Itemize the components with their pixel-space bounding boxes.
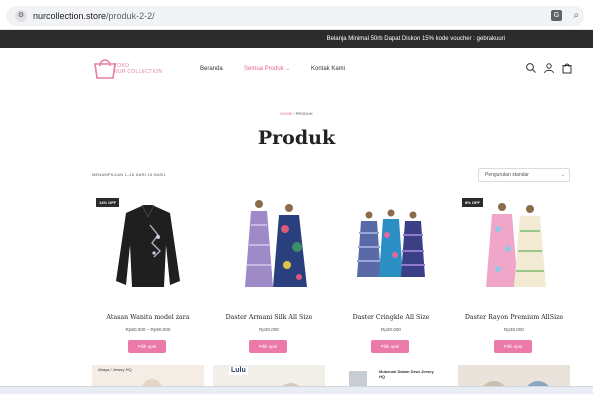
product-name[interactable]: Atasan Wanita model zara — [92, 313, 204, 322]
product-card[interactable]: Daster Cringkle All Size Rp30.000 Pilih … — [335, 195, 447, 357]
logo-text[interactable]: TOKO NUR COLLECTION — [114, 63, 162, 75]
product-card[interactable]: 8% OFF Daster Rayon Premium AllSize Rp30… — [458, 195, 570, 357]
choose-option-button[interactable]: Pilih opsi — [249, 340, 287, 353]
sale-badge: 14% OFF — [96, 198, 120, 207]
url-text[interactable]: nurcollection.store/produk-2-2/ — [33, 10, 155, 22]
product-price: Rp80.000 – Rp90.000 — [125, 327, 171, 332]
product-image[interactable]: 8% OFF — [458, 195, 570, 295]
cringkle-daster-image — [335, 195, 447, 295]
address-bar[interactable]: ⚙ nurcollection.store/produk-2-2/ G ⌕ — [6, 6, 584, 26]
black-blouse-image — [92, 195, 204, 295]
product-price: Rp30.000 — [259, 327, 279, 332]
product-image[interactable] — [213, 195, 325, 295]
product-image[interactable]: 14% OFF — [92, 195, 204, 295]
product-image[interactable] — [335, 195, 447, 295]
product-name[interactable]: Daster Armani Silk All Size — [213, 313, 325, 322]
product-price: Rp30.000 — [504, 327, 524, 332]
breadcrumb: HOME / PRODUK — [0, 111, 593, 117]
result-count: MENAMPILKAN 1–16 DARI 15 HASIL — [92, 172, 167, 177]
nav-item-kontak-kami[interactable]: Kontak Kami — [311, 65, 345, 73]
browser-toolbar: ⚙ nurcollection.store/produk-2-2/ G ⌕ — [0, 0, 593, 30]
product-name[interactable]: Daster Cringkle All Size — [335, 313, 447, 322]
url-path: /produk-2-2/ — [106, 11, 155, 21]
sort-select[interactable]: Pengurutan standar ⌄ — [478, 168, 570, 182]
translate-icon[interactable]: G — [551, 10, 562, 21]
breadcrumb-home[interactable]: HOME — [280, 111, 292, 116]
zoom-icon[interactable]: ⌕ — [573, 9, 579, 22]
window-bottom-edge — [0, 386, 593, 394]
silk-daster-image — [213, 195, 325, 295]
chevron-down-icon: ⌄ — [285, 66, 290, 72]
breadcrumb-current: PRODUK — [295, 111, 313, 116]
site-header: TOKO NUR COLLECTION Beranda Semua Produk… — [0, 48, 593, 90]
search-icon[interactable] — [525, 62, 537, 74]
product-card[interactable]: Daster Armani Silk All Size Rp30.000 Pil… — [213, 195, 325, 357]
cart-icon[interactable] — [561, 62, 573, 74]
account-icon[interactable] — [543, 62, 555, 74]
product-thumb-caption: Mukenah Dalam Dewi Jersey HQ — [379, 369, 434, 379]
nav-item-label: Semua Produk — [244, 66, 284, 72]
sort-select-value: Pengurutan standar — [485, 172, 529, 178]
rayon-daster-image — [458, 195, 570, 295]
tune-icon[interactable]: ⚙ — [15, 10, 27, 22]
product-price: Rp30.000 — [381, 327, 401, 332]
sale-badge: 8% OFF — [462, 198, 483, 207]
header-icons — [520, 62, 580, 76]
announcement-bar: Belanja Minimal 50rb Dapat Diskon 15% ko… — [0, 30, 593, 48]
product-name[interactable]: Daster Rayon Premium AllSize — [458, 313, 570, 322]
nav-item-semua-produk[interactable]: Semua Produk ⌄ — [244, 65, 290, 73]
page-title: Produk — [257, 127, 336, 149]
breadcrumb-separator: / — [293, 111, 295, 116]
choose-option-button[interactable]: Pilih opsi — [494, 340, 532, 353]
nav-item-beranda[interactable]: Beranda — [200, 65, 223, 73]
url-host: nurcollection.store — [33, 11, 107, 21]
choose-option-button[interactable]: Pilih opsi — [128, 340, 166, 353]
product-card[interactable]: 14% OFF Atasan Wanita model zara Rp80.00… — [92, 195, 204, 357]
logo-line-2: NUR COLLECTION — [114, 69, 163, 75]
chevron-down-icon: ⌄ — [560, 172, 565, 178]
announcement-text: Belanja Minimal 50rb Dapat Diskon 15% ko… — [326, 36, 505, 42]
choose-option-button[interactable]: Pilih opsi — [371, 340, 409, 353]
